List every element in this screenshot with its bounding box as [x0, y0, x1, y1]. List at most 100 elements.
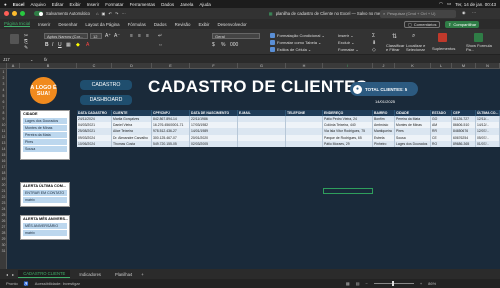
- clear-icon[interactable]: ◇: [372, 47, 376, 53]
- font-size-select[interactable]: 12: [90, 33, 102, 39]
- chevron-down-icon[interactable]: ⌄: [30, 57, 38, 62]
- font-color-icon[interactable]: A: [86, 42, 89, 48]
- thousands-icon[interactable]: 000: [230, 42, 238, 48]
- table-cell[interactable]: [238, 140, 286, 147]
- row-header[interactable]: 9: [0, 117, 7, 121]
- table-cell[interactable]: 549.720.155-05: [152, 140, 190, 147]
- fill-color-icon[interactable]: ◆: [76, 42, 80, 48]
- row-header[interactable]: 6: [0, 100, 7, 104]
- menu-inserir[interactable]: Inserir: [87, 2, 100, 7]
- formula-panel-button[interactable]: Show Formula Pa...: [466, 44, 494, 52]
- find-select-button[interactable]: Localizar e Selecionar: [406, 44, 428, 52]
- row-header[interactable]: 4: [0, 88, 7, 92]
- format-cells-button[interactable]: Formatar ⌄: [338, 47, 359, 52]
- menu-ajuda[interactable]: Ajuda: [199, 2, 211, 7]
- row-header[interactable]: 14: [0, 147, 7, 151]
- row-header[interactable]: 5: [0, 94, 7, 98]
- sort-filter-button[interactable]: Classificar e Filtrar: [386, 44, 406, 52]
- fill-icon[interactable]: ⬇: [372, 40, 376, 46]
- autosave-toggle[interactable]: [34, 11, 43, 16]
- format-painter-icon[interactable]: ✎: [24, 45, 28, 51]
- battery-icon[interactable]: ▭: [447, 1, 451, 7]
- sheet-tab-indicadores[interactable]: Indicadores: [74, 271, 106, 278]
- slicer-item[interactable]: Lages dos Dourados: [23, 118, 67, 124]
- slicer-item[interactable]: Pires: [23, 139, 67, 145]
- name-box[interactable]: J17: [0, 57, 30, 62]
- row-header[interactable]: 1: [0, 70, 7, 74]
- row-header[interactable]: 29: [0, 237, 7, 241]
- table-cell[interactable]: Pátio Moraes, 29: [323, 140, 373, 147]
- row-header[interactable]: 24: [0, 207, 7, 211]
- align-right-icon[interactable]: ≡: [146, 33, 149, 39]
- account-icon[interactable]: ◉: [462, 10, 466, 15]
- row-header[interactable]: 22: [0, 195, 7, 199]
- page-layout-icon[interactable]: ▤: [356, 281, 360, 286]
- delete-cells-button[interactable]: Excluir ⌄: [338, 40, 354, 45]
- selected-cell[interactable]: [323, 188, 373, 194]
- tab-inserir[interactable]: Inserir: [38, 22, 50, 27]
- number-format-select[interactable]: Geral: [212, 33, 260, 39]
- table-cell[interactable]: Lages dos Dourados: [395, 140, 431, 147]
- percent-icon[interactable]: %: [221, 42, 225, 48]
- fx-label[interactable]: fx: [44, 57, 54, 62]
- slicer-item[interactable]: matrix: [23, 230, 67, 236]
- row-header[interactable]: 27: [0, 225, 7, 229]
- bold-icon[interactable]: B: [45, 42, 49, 48]
- table-cell[interactable]: 02/03/2005: [190, 140, 238, 147]
- zoom-slider[interactable]: [373, 281, 414, 286]
- row-header[interactable]: 10: [0, 123, 7, 127]
- add-sheet-icon[interactable]: +: [141, 272, 143, 277]
- zoom-in-icon[interactable]: +: [420, 281, 422, 286]
- underline-icon[interactable]: U: [58, 42, 62, 48]
- wrap-text-icon[interactable]: ↵: [158, 33, 162, 39]
- table-cell[interactable]: 89686-365: [452, 140, 476, 147]
- merge-center-icon[interactable]: ⇔: [158, 42, 163, 48]
- close-window-icon[interactable]: [4, 11, 9, 16]
- tab-formulas[interactable]: Fórmulas: [128, 22, 146, 27]
- menu-ferramentas[interactable]: Ferramentas: [130, 2, 156, 7]
- tab-layout[interactable]: Layout da Página: [85, 22, 119, 27]
- row-header[interactable]: 2: [0, 76, 7, 80]
- home-icon[interactable]: ⌂: [96, 11, 99, 16]
- search-box[interactable]: ⌕ Pesquisar (Cmd + Ctrl + U): [380, 9, 456, 18]
- align-center-icon[interactable]: ≡: [138, 33, 141, 39]
- apple-icon[interactable]: ●: [4, 2, 7, 7]
- dashboard-button[interactable]: DASHBOARD: [80, 95, 132, 105]
- row-header[interactable]: 3: [0, 82, 7, 86]
- sheet-tab-cadastro-cliente[interactable]: CADASTRO CLIENTE: [18, 270, 71, 278]
- zoom-slider-thumb[interactable]: [391, 281, 394, 286]
- cadastro-button[interactable]: CADASTRO: [80, 80, 132, 90]
- menu-arquivo[interactable]: Arquivo: [30, 2, 45, 7]
- row-header[interactable]: 31: [0, 249, 7, 253]
- table-cell[interactable]: RO: [431, 140, 452, 147]
- redo-icon[interactable]: ↷: [115, 11, 119, 16]
- borders-icon[interactable]: ▦: [66, 42, 71, 48]
- shrink-font-icon[interactable]: A⁻: [114, 33, 120, 39]
- cell-styles-button[interactable]: Estilos de Célula ⌄: [277, 47, 311, 52]
- table-cell[interactable]: Thomas Costa: [112, 140, 152, 147]
- row-header[interactable]: 28: [0, 231, 7, 235]
- table-cell[interactable]: 10/06/2024: [77, 140, 112, 147]
- row-header[interactable]: 18: [0, 171, 7, 175]
- minimize-window-icon[interactable]: [12, 11, 17, 16]
- prev-sheet-icon[interactable]: ◂: [6, 272, 8, 277]
- menu-editar[interactable]: Editar: [52, 2, 64, 7]
- slicer-item[interactable]: MÊS ANIVERSÁRIO: [23, 223, 67, 229]
- more-options-icon[interactable]: ···: [472, 10, 476, 15]
- row-header[interactable]: 16: [0, 159, 7, 163]
- row-header[interactable]: 25: [0, 213, 7, 217]
- slicer-item[interactable]: Sousa: [23, 146, 67, 152]
- row-header[interactable]: 20: [0, 183, 7, 187]
- wifi-icon[interactable]: ◠: [439, 1, 443, 7]
- menu-formatar[interactable]: Formatar: [105, 2, 123, 7]
- row-header[interactable]: 26: [0, 219, 7, 223]
- table-cell[interactable]: 01/07/...: [476, 140, 500, 147]
- paste-icon[interactable]: [10, 34, 19, 44]
- normal-view-icon[interactable]: ▦: [346, 281, 350, 286]
- undo-icon[interactable]: ↶: [109, 11, 113, 16]
- tab-desenvolvedor[interactable]: Desenvolvedor: [217, 22, 246, 27]
- row-header[interactable]: 13: [0, 141, 7, 145]
- tab-desenhar[interactable]: Desenhar: [58, 22, 77, 27]
- font-name-select[interactable]: Aptos Narrow (Cor...: [44, 33, 88, 39]
- zoom-level[interactable]: 86%: [428, 281, 436, 286]
